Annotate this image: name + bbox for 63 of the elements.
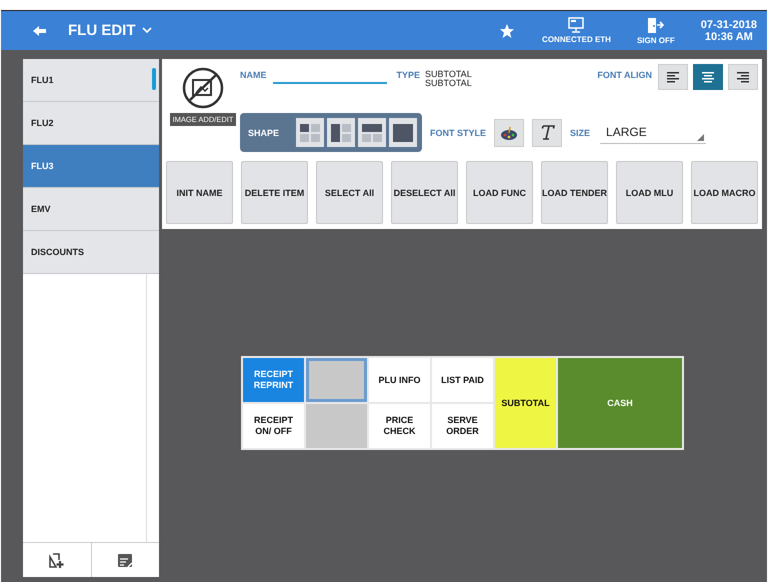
type-label: TYPE [396, 70, 420, 80]
action-button[interactable]: LOAD TENDER [541, 161, 608, 224]
size-label: SIZE [570, 128, 590, 138]
sidebar-item[interactable]: FLU1 [23, 59, 159, 102]
size-dropdown[interactable]: LARGE [600, 122, 706, 144]
key-button[interactable]: CASH [558, 358, 682, 448]
date-text: 07-31-2018 [700, 18, 757, 30]
action-button[interactable]: LOAD FUNC [466, 161, 533, 224]
align-left-button[interactable] [658, 64, 688, 90]
scrollbar-thumb[interactable] [152, 68, 156, 90]
back-icon[interactable] [33, 24, 46, 36]
shape-button[interactable] [389, 118, 418, 147]
action-button[interactable]: DELETE ITEM [241, 161, 308, 224]
action-button[interactable]: LOAD MACRO [691, 161, 758, 224]
key-button[interactable]: PRICE CHECK [369, 404, 430, 448]
page-plus-icon [49, 552, 64, 568]
time-text: 10:36 AM [704, 30, 754, 42]
key-layout-icon [362, 124, 382, 142]
key-layout-icon [331, 124, 352, 142]
italic-t-icon [538, 124, 556, 141]
type-value: SUBTOTAL [425, 79, 472, 88]
align-right-button[interactable] [728, 64, 758, 90]
palette-icon [500, 124, 518, 140]
font-align-label: FONT ALIGN [597, 70, 652, 80]
door-exit-icon [647, 16, 664, 34]
sidebar-item[interactable]: DISCOUNTS [23, 231, 159, 274]
key-button[interactable]: SUBTOTAL [495, 358, 556, 448]
key-button[interactable]: PLU INFO [369, 358, 430, 402]
action-button[interactable]: DESELECT All [391, 161, 458, 224]
align-left-icon [667, 72, 679, 82]
connected-eth-button[interactable]: CONNECTED ETH [542, 17, 611, 44]
shape-button[interactable] [296, 118, 324, 147]
key-layout-icon [300, 124, 320, 142]
font-style-label: FONT STYLE [430, 128, 486, 138]
key-layout-icon [393, 124, 414, 142]
list-edit-icon [117, 552, 134, 568]
sidebar-item[interactable]: FLU2 [23, 102, 159, 145]
align-center-icon [702, 72, 714, 82]
sign-off-button[interactable]: SIGN OFF [636, 16, 675, 44]
name-label: NAME [240, 70, 266, 80]
no-image-icon[interactable] [182, 67, 224, 109]
text-style-button[interactable] [532, 118, 562, 146]
align-center-button[interactable] [693, 64, 723, 90]
sidebar-item[interactable]: FLU3 [23, 145, 159, 188]
shape-label: SHAPE [248, 128, 280, 138]
shape-button[interactable] [358, 118, 386, 147]
action-button[interactable]: INIT NAME [166, 161, 233, 224]
dropdown-triangle-icon [697, 134, 704, 140]
key-button[interactable]: SERVE ORDER [432, 404, 493, 448]
chevron-down-icon [142, 27, 152, 34]
screen-title-dropdown[interactable]: FLU EDIT [68, 22, 152, 39]
action-button[interactable]: LOAD MLU [616, 161, 683, 224]
shape-button[interactable] [327, 118, 356, 147]
type-value: SUBTOTAL [425, 70, 472, 79]
monitor-icon [568, 17, 584, 33]
key-button[interactable]: RECEIPT ON/ OFF [243, 404, 304, 448]
color-palette-button[interactable] [494, 118, 524, 146]
action-button[interactable]: SELECT All [316, 161, 383, 224]
sidebar-item[interactable]: EMV [23, 188, 159, 231]
star-icon[interactable] [500, 24, 514, 38]
key-button[interactable]: RECEIPT REPRINT [243, 358, 304, 402]
align-right-icon [737, 72, 749, 82]
key-button[interactable]: LIST PAID [432, 358, 493, 402]
